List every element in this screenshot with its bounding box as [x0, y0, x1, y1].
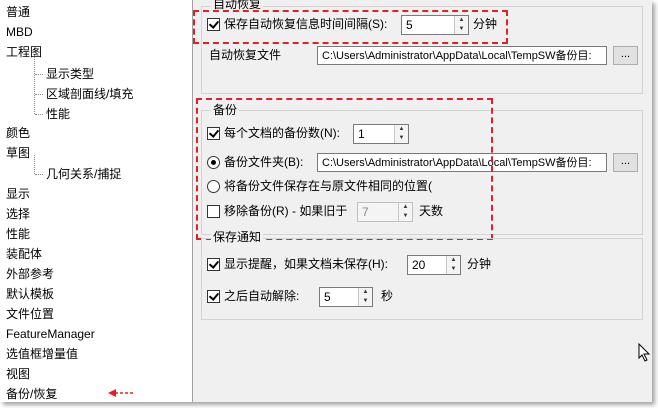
save-notification-title: 保存通知: [211, 230, 264, 244]
vertical-scrollbar[interactable]: [646, 0, 652, 402]
backup-folder-browse-button[interactable]: ...: [613, 153, 638, 172]
auto-dismiss-row[interactable]: 之后自动解除:: [207, 286, 299, 306]
options-category-tree: 普通 MBD 工程图 显示类型 区域剖面线/填充 性能 颜色 草图 几何关系/捕…: [0, 0, 193, 402]
auto-recover-folder-label: 自动恢复文件: [209, 48, 282, 62]
red-arrow-pointer-icon: [108, 389, 134, 397]
tree-item-relations-snaps[interactable]: 几何关系/捕捉: [46, 165, 121, 183]
tree-item-view[interactable]: 视图: [6, 365, 30, 383]
tree-item-general[interactable]: 普通: [6, 3, 30, 21]
auto-recover-browse-button[interactable]: ...: [613, 46, 638, 65]
tree-item-area-hatch[interactable]: 区域剖面线/填充: [46, 85, 133, 103]
options-content-pane: 自动恢复 保存自动恢复信息时间间隔(S): 5 ▲ ▼ 分钟 自动恢复文件 C:\…: [193, 0, 652, 402]
mouse-cursor-icon: [638, 343, 651, 362]
show-reminder-label: 显示提醒，如果文档未保存(H):: [224, 257, 388, 271]
spin-down-icon[interactable]: ▼: [359, 297, 372, 306]
tree-item-file-locations[interactable]: 文件位置: [6, 305, 54, 323]
save-notification-group: [201, 238, 643, 320]
tree-item-sketch[interactable]: 草图: [6, 144, 30, 162]
tree-item-featuremanager[interactable]: FeatureManager: [6, 325, 95, 343]
tree-item-display[interactable]: 显示: [6, 185, 30, 203]
tree-item-colors[interactable]: 颜色: [6, 124, 30, 142]
auto-dismiss-label: 之后自动解除:: [224, 289, 300, 303]
spin-down-icon[interactable]: ▼: [447, 265, 460, 274]
options-dialog: 普通 MBD 工程图 显示类型 区域剖面线/填充 性能 颜色 草图 几何关系/捕…: [0, 0, 652, 402]
auto-dismiss-seconds-value[interactable]: 5: [324, 288, 331, 306]
reminder-minutes-spinner[interactable]: 20 ▲ ▼: [407, 255, 461, 275]
tree-item-drawings[interactable]: 工程图: [6, 43, 42, 61]
show-reminder-row[interactable]: 显示提醒，如果文档未保存(H):: [207, 254, 388, 274]
tree-item-display-style[interactable]: 显示类型: [46, 65, 94, 83]
tree-item-external-references[interactable]: 外部参考: [6, 265, 54, 283]
auto-recover-folder-path[interactable]: C:\Users\Administrator\AppData\Local\Tem…: [317, 46, 607, 65]
auto-dismiss-seconds-spinner[interactable]: 5 ▲ ▼: [319, 287, 373, 307]
tree-item-assemblies[interactable]: 装配体: [6, 245, 42, 263]
tree-item-spin-box-increments[interactable]: 选值框增量值: [6, 345, 78, 363]
tree-item-performance[interactable]: 性能: [6, 225, 30, 243]
auto-dismiss-seconds-unit: 秒: [381, 289, 394, 303]
tree-item-drawing-performance[interactable]: 性能: [46, 105, 70, 123]
reminder-minutes-unit: 分钟: [467, 257, 492, 271]
tree-item-default-templates[interactable]: 默认模板: [6, 285, 54, 303]
tree-item-backup-recover[interactable]: 备份/恢复: [6, 385, 58, 402]
highlight-box-auto-recover: [193, 10, 508, 44]
show-reminder-checkbox[interactable]: [207, 258, 220, 272]
highlight-box-backup: [196, 98, 493, 240]
auto-dismiss-checkbox[interactable]: [207, 290, 220, 304]
tree-item-selection[interactable]: 选择: [6, 205, 30, 223]
reminder-minutes-value[interactable]: 20: [412, 256, 425, 274]
tree-item-mbd[interactable]: MBD: [6, 23, 33, 41]
